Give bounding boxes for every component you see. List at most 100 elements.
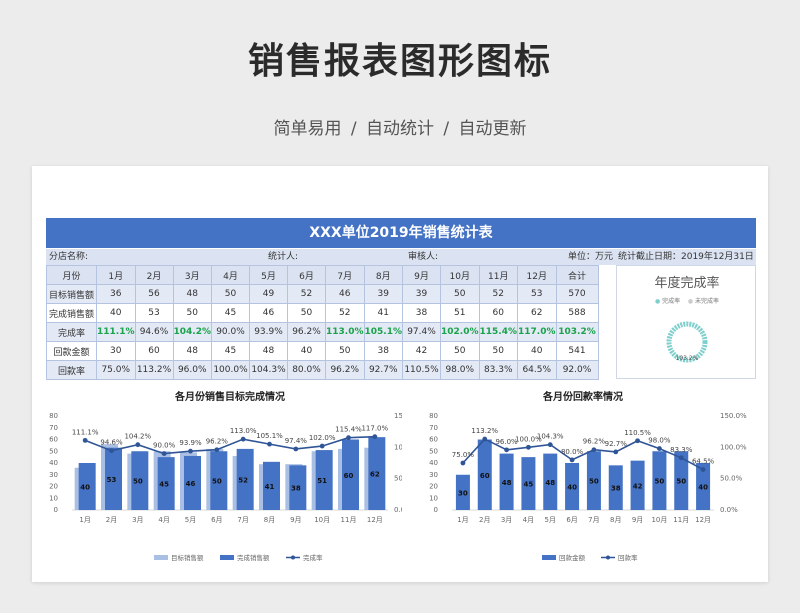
legend-swatch [154, 555, 168, 560]
table-row: 完成销售额 40 53 50 45 46 50 52 41 38 51 60 62 588 [46, 303, 599, 323]
rate-point [161, 451, 167, 456]
table-cell: 96.0% [172, 360, 212, 380]
rate-label: 105.1% [256, 432, 283, 440]
y-tick-label: 30 [429, 471, 438, 479]
chart-sales-completion: 各月份销售目标完成情况 0 10 20 30 40 50 60 70 80 0.0% 50.0% 100… [49, 390, 402, 562]
rate-label: 97.4% [285, 437, 308, 445]
table-cell: 98.0% [440, 360, 480, 380]
table-cell: 36 [96, 284, 136, 304]
y-tick-label: 60 [429, 436, 438, 444]
x-tick-label: 1月 [457, 516, 468, 524]
row-label: 回款金额 [46, 341, 97, 361]
table-cell: 50 [325, 341, 365, 361]
legend-marker [606, 555, 610, 560]
header-cell: 5月 [249, 265, 288, 285]
x-tick-label: 8月 [264, 516, 275, 524]
x-tick-label: 2月 [479, 516, 490, 524]
page-title: 销售报表图形图标 [247, 41, 552, 82]
info-row: 分店名称: 统计人: 审核人: 单位：万元 统计截止日期：2019年12月31日 [46, 249, 756, 265]
y-tick-label: 10 [49, 494, 58, 502]
x-tick-label: 9月 [632, 516, 643, 524]
rate-label: 110.5% [624, 429, 651, 437]
rate-point [504, 447, 509, 453]
rate-label: 111.1% [72, 428, 99, 436]
rate-point [482, 436, 488, 442]
chart-title: 各月份销售目标完成情况 [174, 390, 285, 403]
rate-point [657, 446, 662, 451]
header-cell: 4月 [211, 265, 250, 285]
y2-tick-label: 0.0% [394, 506, 402, 514]
row-label: 目标销售额 [46, 284, 97, 304]
x-tick-label: 6月 [211, 516, 222, 524]
legend-swatch [542, 555, 556, 560]
table-cell: 50 [287, 303, 326, 323]
table-cell: 30 [96, 341, 136, 361]
rate-label: 96.2% [206, 438, 229, 446]
rate-point [109, 448, 114, 454]
rate-point [591, 447, 597, 453]
rate-label: 115.4% [335, 426, 362, 434]
sales-table: 月份 1月 2月 3月 4月 5月 6月 7月 8月 9月 10月 11月 12月 合计 目标销售额 36 56… [46, 265, 599, 380]
x-tick-label: 8月 [610, 516, 621, 524]
rate-point [635, 438, 640, 444]
rate-label: 92.7% [605, 440, 628, 448]
table-cell: 39 [363, 284, 403, 304]
bar-value-label: 52 [238, 476, 248, 484]
y-tick-label: 70 [429, 424, 438, 432]
rate-label: 98.0% [648, 437, 671, 445]
table-cell: 111.1% [96, 322, 136, 342]
unit-label: 单位：万元 [568, 252, 614, 262]
bar-value-label: 46 [186, 480, 196, 488]
table-cell: 117.0% [517, 322, 557, 342]
table-cell: 100.0% [211, 360, 250, 380]
table-cell: 53 [134, 303, 174, 323]
table-cell: 40 [517, 341, 557, 361]
y-tick-label: 10 [429, 494, 438, 502]
bar-value-label: 40 [567, 484, 577, 492]
table-row: 目标销售额 36 56 48 50 49 52 46 39 39 50 52 53 570 [46, 284, 599, 304]
table-cell: 53 [517, 284, 557, 304]
y2-tick-label: 50.0% [720, 475, 743, 483]
table-cell: 52 [478, 284, 518, 304]
table-cell: 56 [134, 284, 174, 304]
table-cell: 62 [517, 303, 557, 323]
rate-label: 113.0% [230, 427, 257, 435]
header-cell: 6月 [287, 265, 326, 285]
table-cell: 83.3% [478, 360, 518, 380]
rate-label: 94.6% [100, 439, 123, 447]
rate-label: 104.2% [124, 433, 151, 441]
x-tick-label: 4月 [523, 516, 534, 524]
header-cell: 10月 [440, 265, 480, 285]
header-cell: 2月 [134, 265, 174, 285]
y2-tick-label: 100.0% [720, 443, 747, 451]
legend-label: 回款金额 [559, 553, 586, 562]
rate-point [346, 435, 351, 441]
x-tick-label: 10月 [314, 516, 330, 524]
x-tick-label: 7月 [237, 516, 248, 524]
y-tick-label: 70 [49, 424, 58, 432]
table-cell: 45 [211, 303, 250, 323]
x-tick-label: 12月 [695, 516, 711, 524]
legend-swatch [220, 555, 234, 560]
header-cell: 7月 [325, 265, 365, 285]
legend-label: 回款率 [618, 553, 638, 562]
header-cell: 8月 [363, 265, 403, 285]
rate-point [135, 442, 141, 448]
table-cell: 103.2% [555, 322, 599, 342]
table-cell: 102.0% [440, 322, 480, 342]
table-cell: 113.0% [325, 322, 365, 342]
rate-point [547, 442, 553, 448]
y-tick-label: 60 [49, 436, 58, 444]
table-cell: 60 [134, 341, 174, 361]
y-tick-label: 0 [54, 506, 58, 514]
table-cell: 40 [96, 303, 136, 323]
table-cell: 40 [287, 341, 326, 361]
review-label: 审核人: [408, 252, 439, 262]
x-tick-label: 6月 [566, 516, 577, 524]
rate-label: 104.3% [537, 433, 564, 441]
y2-tick-label: 150.0% [720, 412, 747, 420]
y-tick-label: 40 [429, 459, 438, 467]
rate-point [267, 441, 272, 447]
table-cell: 39 [402, 284, 441, 304]
table-cell: 92.7% [363, 360, 403, 380]
